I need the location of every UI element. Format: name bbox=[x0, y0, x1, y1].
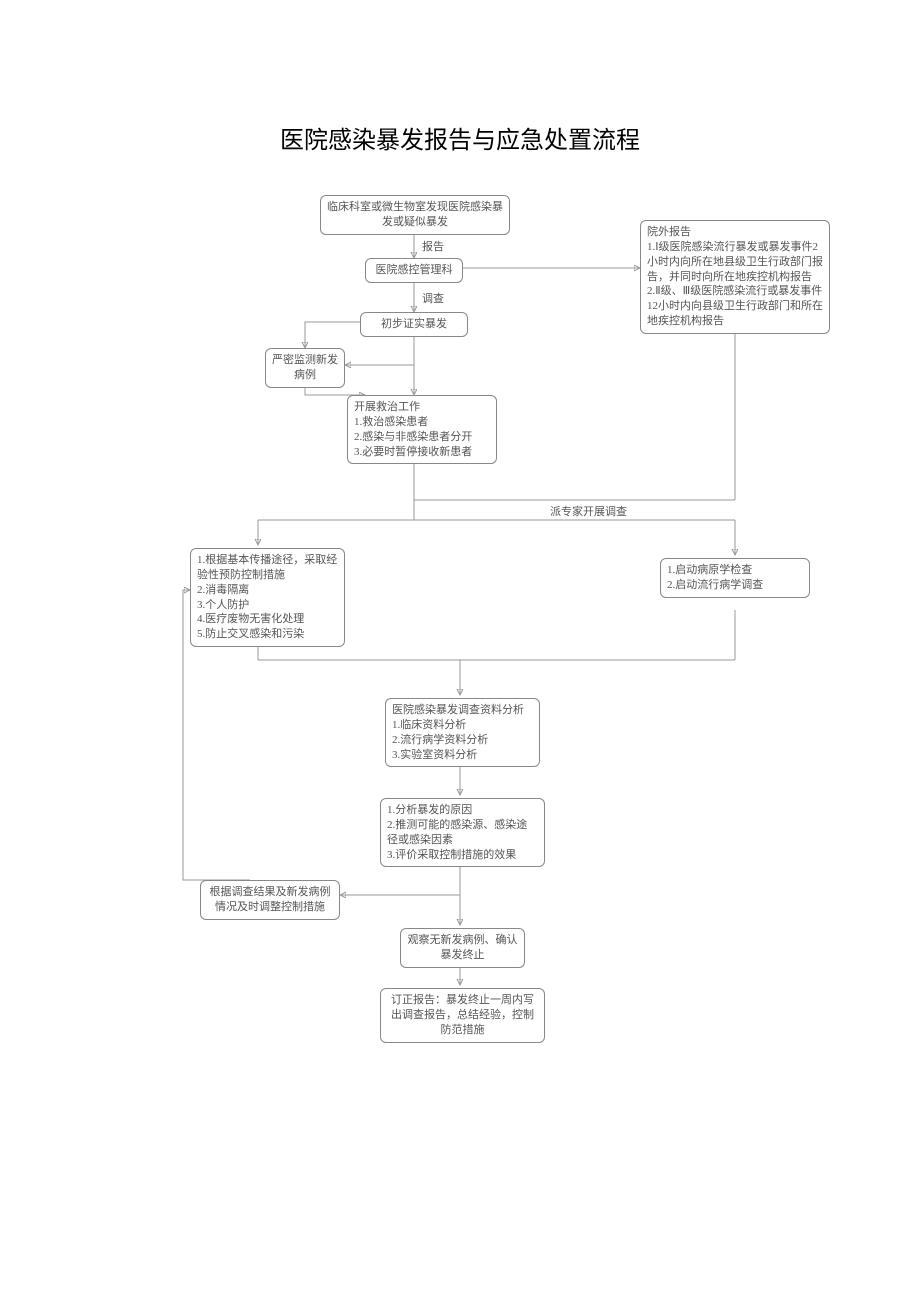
n7-l2: 3.个人防护 bbox=[197, 598, 338, 613]
n8-l1: 2.启动流行病学调查 bbox=[667, 578, 803, 593]
node-analysis: 医院感染暴发调查资料分析 1.临床资料分析 2.流行病学资料分析 3.实验室资料… bbox=[385, 698, 540, 767]
node-adjust: 根据调查结果及新发病例情况及时调整控制措施 bbox=[200, 880, 340, 920]
n7-l1: 2.消毒隔离 bbox=[197, 583, 338, 598]
n9-l3: 3.实验室资料分析 bbox=[392, 748, 533, 763]
node-cause-analysis: 1.分析暴发的原因 2.推测可能的感染源、感染途径或感染因素 3.评价采取控制措… bbox=[380, 798, 545, 867]
node-control-measures: 1.根据基本传播途径，采取经验性预防控制措施 2.消毒隔离 3.个人防护 4.医… bbox=[190, 548, 345, 647]
n10-l1: 2.推测可能的感染源、感染途径或感染因素 bbox=[387, 818, 538, 848]
n8-l0: 1.启动病原学检查 bbox=[667, 563, 803, 578]
node-start-investigation: 1.启动病原学检查 2.启动流行病学调查 bbox=[660, 558, 810, 598]
node-terminate: 观察无新发病例、确认暴发终止 bbox=[400, 928, 525, 968]
node-dept: 医院感控管理科 bbox=[365, 258, 463, 283]
n10-l2: 3.评价采取控制措施的效果 bbox=[387, 848, 538, 863]
node-final-report: 订正报告：暴发终止一周内写出调查报告，总结经验，控制防范措施 bbox=[380, 988, 545, 1043]
n6-title: 院外报告 bbox=[647, 225, 823, 240]
n6-body: 1.Ⅰ级医院感染流行暴发或暴发事件2小时内向所在地县级卫生行政部门报告，并同时向… bbox=[647, 240, 823, 329]
label-report: 报告 bbox=[420, 238, 446, 254]
label-experts: 派专家开展调查 bbox=[548, 503, 629, 519]
n10-l0: 1.分析暴发的原因 bbox=[387, 803, 538, 818]
node-confirm: 初步证实暴发 bbox=[360, 312, 468, 337]
n5-l0: 开展救治工作 bbox=[354, 400, 490, 415]
n5-l2: 2.感染与非感染患者分开 bbox=[354, 430, 490, 445]
node-treatment: 开展救治工作 1.救治感染患者 2.感染与非感染患者分开 3.必要时暂停接收新患… bbox=[347, 395, 497, 464]
n7-l0: 1.根据基本传播途径，采取经验性预防控制措施 bbox=[197, 553, 338, 583]
node-external-report: 院外报告 1.Ⅰ级医院感染流行暴发或暴发事件2小时内向所在地县级卫生行政部门报告… bbox=[640, 220, 830, 334]
node-monitor: 严密监测新发病例 bbox=[265, 348, 345, 388]
n7-l3: 4.医疗废物无害化处理 bbox=[197, 612, 338, 627]
n5-l3: 3.必要时暂停接收新患者 bbox=[354, 445, 490, 460]
n9-l0: 医院感染暴发调查资料分析 bbox=[392, 703, 533, 718]
page-title: 医院感染暴发报告与应急处置流程 bbox=[0, 120, 920, 155]
n7-l4: 5.防止交叉感染和污染 bbox=[197, 627, 338, 642]
n9-l1: 1.临床资料分析 bbox=[392, 718, 533, 733]
label-investigate: 调查 bbox=[420, 290, 446, 306]
node-discover: 临床科室或微生物室发现医院感染暴发或疑似暴发 bbox=[320, 195, 510, 235]
n9-l2: 2.流行病学资料分析 bbox=[392, 733, 533, 748]
n5-l1: 1.救治感染患者 bbox=[354, 415, 490, 430]
